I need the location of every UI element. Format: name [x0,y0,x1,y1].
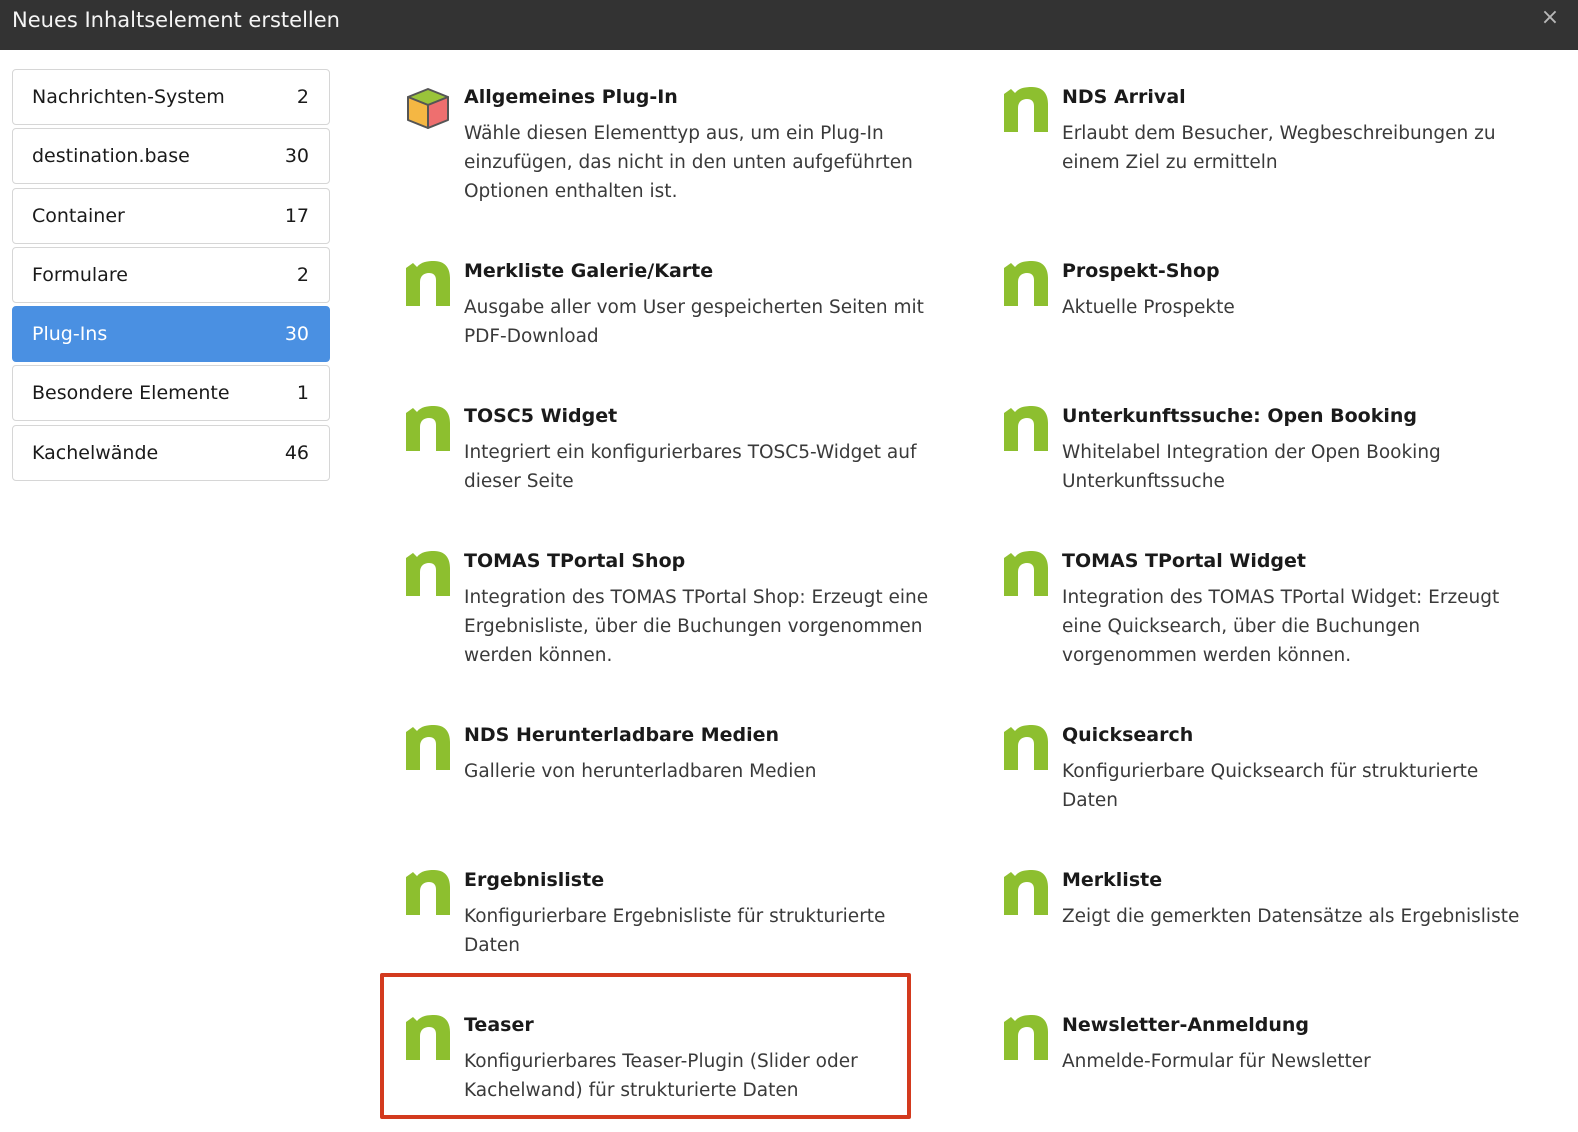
category-label: Plug-Ins [32,323,108,346]
category-count: 17 [284,204,309,227]
category-label: destination.base [32,145,190,168]
plugin-name: NDS Herunterladbare Medien [464,724,780,746]
plugin-description: Wähle diesen Elementtyp aus, um ein Plug… [464,123,913,202]
n-logo-icon [1004,406,1048,451]
plugin-name: Quicksearch [1062,724,1194,746]
plugin-name: Newsletter-Anmeldung [1062,1014,1310,1036]
category-item-container[interactable]: Container 17 [12,187,330,244]
category-label: Formulare [32,263,128,286]
category-item-nachrichten-system[interactable]: Nachrichten-System 2 [12,69,330,125]
n-logo-icon [1004,870,1048,915]
plugin-description: Konfigurierbare Ergebnisliste für strukt… [464,906,886,956]
category-item-formulare[interactable]: Formulare 2 [12,246,330,303]
category-item-plug-ins[interactable]: Plug-Ins 30 [12,306,330,363]
category-item-destination-base[interactable]: destination.base 30 [12,128,330,185]
category-item-besondere-elemente[interactable]: Besondere Elemente 1 [12,365,330,422]
category-label: Besondere Elemente [32,382,230,405]
category-count: 30 [284,323,309,346]
cube-icon [407,88,449,129]
n-logo-icon [406,261,450,306]
n-logo-icon [406,1015,450,1060]
plugin-name: Merkliste [1062,869,1163,891]
plugin-description: Ausgabe aller vom User gespeicherten Sei… [464,297,924,347]
n-logo-icon [1004,1015,1048,1060]
category-count: 2 [296,263,309,286]
plugin-description: Integration des TOMAS TPortal Shop: Erze… [464,587,929,666]
n-logo-icon [406,551,450,596]
plugin-description: Zeigt die gemerkten Datensätze als Ergeb… [1062,906,1520,927]
category-item-kachelwaende[interactable]: Kachelwände 46 [12,424,330,481]
plugin-name: Merkliste Galerie/Karte [464,260,714,282]
category-list: Nachrichten-System 2 destination.base 30… [12,69,330,484]
category-count: 1 [296,382,309,405]
plugin-description: Konfigurierbare Quicksearch für struktur… [1062,761,1479,811]
plugin-description: Aktuelle Prospekte [1062,297,1235,318]
n-logo-icon [1004,551,1048,596]
plugin-description: Anmelde-Formular für Newsletter [1062,1051,1371,1072]
n-logo-icon [1004,725,1048,770]
plugin-description: Integriert ein konfigurierbares TOSC5-Wi… [464,442,917,492]
dialog-titlebar: Neues Inhaltselement erstellen × [0,0,1578,50]
category-count: 2 [296,86,309,108]
close-icon[interactable]: × [1538,6,1562,30]
category-count: 46 [284,441,309,464]
plugin-description: Integration des TOMAS TPortal Widget: Er… [1062,587,1500,666]
dialog-title: Neues Inhaltselement erstellen [12,8,340,32]
plugin-name: Prospekt-Shop [1062,260,1220,282]
plugin-description: Erlaubt dem Besucher, Wegbeschreibungen … [1062,123,1496,173]
category-label: Kachelwände [32,441,159,464]
category-count: 30 [284,145,309,168]
n-logo-icon [406,406,450,451]
plugin-name: NDS Arrival [1062,86,1186,108]
plugin-description: Konfigurierbares Teaser-Plugin (Slider o… [464,1051,858,1101]
n-logo-icon [1004,87,1048,132]
category-label: Nachrichten-System [32,86,225,108]
n-logo-icon [406,870,450,915]
category-label: Container [32,204,125,227]
plugin-name: Allgemeines Plug-In [464,86,678,108]
plugin-name: TOMAS TPortal Widget [1062,550,1307,572]
plugin-name: Unterkunftssuche: Open Booking [1062,405,1418,427]
plugin-description: Gallerie von herunterladbaren Medien [464,761,817,782]
n-logo-icon [1004,261,1048,306]
plugin-name: Ergebnisliste [464,869,605,891]
plugin-description: Whitelabel Integration der Open Booking … [1062,442,1441,492]
n-logo-icon [406,725,450,770]
plugin-name: Teaser [464,1014,534,1036]
plugin-name: TOSC5 Widget [464,405,618,427]
plugin-name: TOMAS TPortal Shop [464,550,686,572]
